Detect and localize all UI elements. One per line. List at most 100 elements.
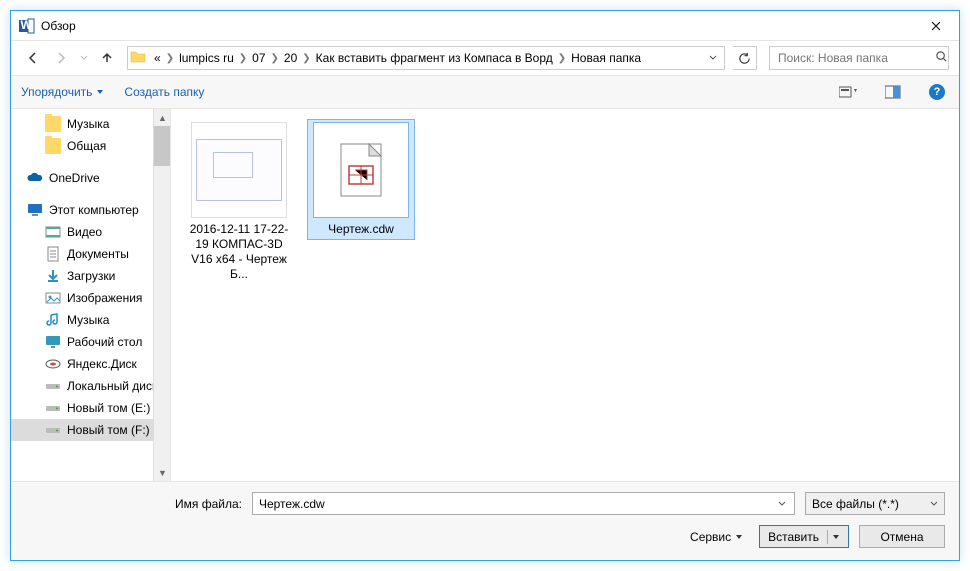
open-dialog: W Обзор « ❯ lumpics ru ❯ <box>10 10 960 561</box>
help-button[interactable]: ? <box>925 80 949 104</box>
breadcrumb-seg[interactable]: lumpics ru <box>177 51 236 65</box>
chevron-right-icon[interactable]: ❯ <box>236 53 250 64</box>
window-title: Обзор <box>41 19 913 33</box>
titlebar: W Обзор <box>11 11 959 41</box>
search-input[interactable] <box>776 50 935 66</box>
drive-icon <box>45 378 61 394</box>
file-type-filter[interactable]: Все файлы (*.*) <box>805 492 945 515</box>
word-app-icon: W <box>19 18 35 34</box>
organize-label: Упорядочить <box>21 85 92 99</box>
file-label: 2016-12-11 17-22-19 КОМПАС-3D V16 x64 - … <box>188 222 290 282</box>
tree-item-label: Изображения <box>67 291 142 305</box>
insert-label: Вставить <box>768 530 819 544</box>
tree-item-label: Видео <box>67 225 102 239</box>
tree-item-label: Музыка <box>67 117 109 131</box>
music-icon <box>45 312 61 328</box>
nav-recent-dropdown[interactable] <box>77 46 91 70</box>
tree-item-video[interactable]: Видео <box>11 221 170 243</box>
downloads-icon <box>45 268 61 284</box>
tree-item-downloads[interactable]: Загрузки <box>11 265 170 287</box>
new-folder-button[interactable]: Создать папку <box>124 85 204 99</box>
tree-item-pictures[interactable]: Изображения <box>11 287 170 309</box>
drive-icon <box>45 422 61 438</box>
tree-item-label: Общая <box>67 139 106 153</box>
tree-item-docs[interactable]: Документы <box>11 243 170 265</box>
breadcrumb-seg[interactable]: Как вставить фрагмент из Компаса в Ворд <box>314 51 555 65</box>
tree-item-label: Яндекс.Диск <box>67 357 137 371</box>
tree-item-onedrive[interactable]: OneDrive <box>11 167 170 189</box>
scrollbar[interactable]: ▲ ▼ <box>153 109 170 481</box>
nav-tree[interactable]: Музыка Общая OneDrive Этот компьютер Видео До… <box>11 109 171 481</box>
filename-input[interactable] <box>257 496 774 512</box>
onedrive-icon <box>27 170 43 186</box>
breadcrumb: « ❯ lumpics ru ❯ 07 ❯ 20 ❯ Как вставить … <box>152 51 704 65</box>
tree-item-label: Новый том (F:) <box>67 423 150 437</box>
desktop-icon <box>45 334 61 350</box>
body: Музыка Общая OneDrive Этот компьютер Видео До… <box>11 109 959 481</box>
tree-item-drive[interactable]: Локальный диск <box>11 375 170 397</box>
scroll-thumb[interactable] <box>154 126 171 166</box>
filename-combobox[interactable] <box>252 492 795 515</box>
refresh-button[interactable] <box>733 46 757 70</box>
chevron-right-icon[interactable]: ❯ <box>268 53 282 64</box>
close-button[interactable] <box>913 11 959 41</box>
tree-item-folder[interactable]: Общая <box>11 135 170 157</box>
chevron-right-icon[interactable]: ❯ <box>163 53 177 64</box>
file-item[interactable]: Чертеж.cdw <box>307 119 415 240</box>
search-icon[interactable] <box>935 50 948 66</box>
tree-item-label: Этот компьютер <box>49 203 139 217</box>
file-list[interactable]: 2016-12-11 17-22-19 КОМПАС-3D V16 x64 - … <box>171 109 959 481</box>
tree-item-folder[interactable]: Музыка <box>11 113 170 135</box>
nav-up-button[interactable] <box>95 46 119 70</box>
nav-forward-button[interactable] <box>49 46 73 70</box>
filename-label: Имя файла: <box>175 497 242 511</box>
tree-item-music[interactable]: Музыка <box>11 309 170 331</box>
folder-icon <box>130 49 148 67</box>
tools-label: Сервис <box>690 530 731 544</box>
footer: Имя файла: Все файлы (*.*) Сервис Встави… <box>11 481 959 560</box>
breadcrumb-prefix[interactable]: « <box>152 51 163 65</box>
scroll-up-button[interactable]: ▲ <box>154 109 171 126</box>
file-item[interactable]: 2016-12-11 17-22-19 КОМПАС-3D V16 x64 - … <box>185 119 293 285</box>
file-label: Чертеж.cdw <box>328 222 394 237</box>
tree-item-desktop[interactable]: Рабочий стол <box>11 331 170 353</box>
tree-item-label: Локальный диск <box>67 379 157 393</box>
tree-item-label: OneDrive <box>49 171 100 185</box>
breadcrumb-seg[interactable]: 07 <box>250 51 267 65</box>
tree-item-pc[interactable]: Этот компьютер <box>11 199 170 221</box>
command-bar: Упорядочить Создать папку ? <box>11 75 959 109</box>
pc-icon <box>27 202 43 218</box>
folder-icon <box>45 138 61 154</box>
nav-back-button[interactable] <box>21 46 45 70</box>
address-bar[interactable]: « ❯ lumpics ru ❯ 07 ❯ 20 ❯ Как вставить … <box>127 46 725 70</box>
address-dropdown[interactable] <box>704 54 722 62</box>
docs-icon <box>45 246 61 262</box>
video-icon <box>45 224 61 240</box>
tree-item-label: Загрузки <box>67 269 115 283</box>
scroll-down-button[interactable]: ▼ <box>154 464 171 481</box>
drive-icon <box>45 400 61 416</box>
tree-item-yadisk[interactable]: Яндекс.Диск <box>11 353 170 375</box>
yadisk-icon <box>45 356 61 372</box>
breadcrumb-seg[interactable]: Новая папка <box>569 51 643 65</box>
pictures-icon <box>45 290 61 306</box>
chevron-down-icon[interactable] <box>774 497 790 511</box>
tree-item-label: Рабочий стол <box>67 335 142 349</box>
tree-item-drive[interactable]: Новый том (F:) <box>11 419 170 441</box>
chevron-right-icon[interactable]: ❯ <box>555 53 569 64</box>
breadcrumb-seg[interactable]: 20 <box>282 51 299 65</box>
folder-icon <box>45 116 61 132</box>
insert-button[interactable]: Вставить <box>759 525 849 548</box>
tree-item-label: Документы <box>67 247 129 261</box>
help-icon: ? <box>929 84 945 100</box>
preview-pane-button[interactable] <box>881 80 905 104</box>
nav-bar: « ❯ lumpics ru ❯ 07 ❯ 20 ❯ Как вставить … <box>11 41 959 75</box>
view-options-button[interactable] <box>837 80 861 104</box>
organize-button[interactable]: Упорядочить <box>21 85 104 99</box>
filter-label: Все файлы (*.*) <box>812 497 899 511</box>
cancel-button[interactable]: Отмена <box>859 525 945 548</box>
search-box[interactable] <box>769 46 949 70</box>
tree-item-drive[interactable]: Новый том (E:) <box>11 397 170 419</box>
chevron-right-icon[interactable]: ❯ <box>299 53 313 64</box>
tools-button[interactable]: Сервис <box>690 530 743 544</box>
